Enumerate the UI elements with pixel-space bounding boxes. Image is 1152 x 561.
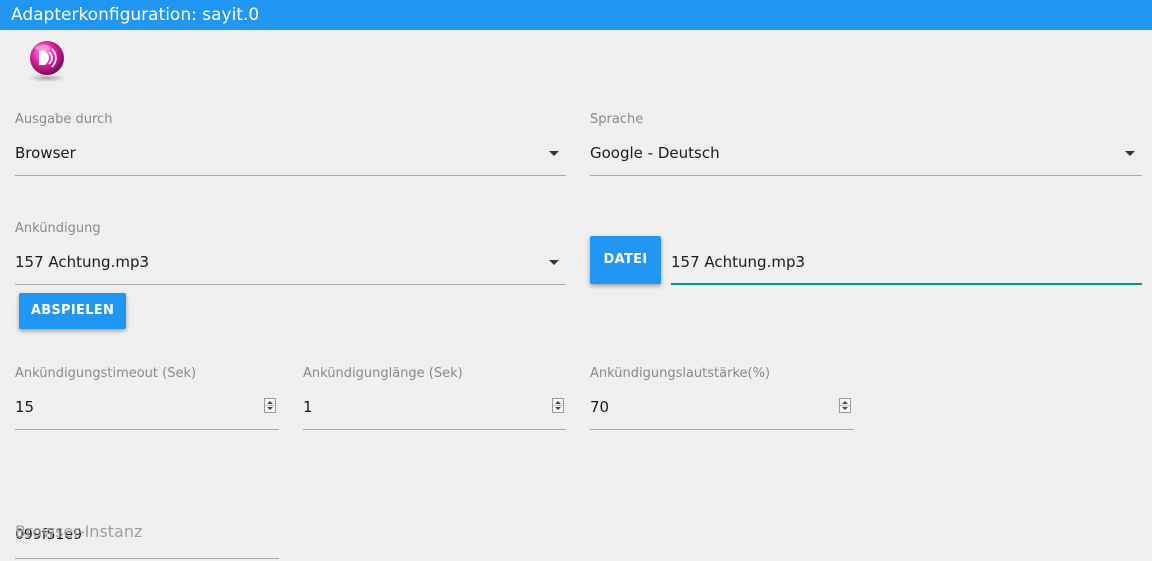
announce-label: Ankündigung	[15, 221, 101, 236]
announce-volume-underline	[590, 429, 854, 430]
file-input[interactable]: 157 Achtung.mp3	[671, 245, 1142, 286]
announce-select[interactable]: 157 Achtung.mp3	[15, 245, 566, 285]
browser-instance-input[interactable]: 099f51e9 Browser-Instanz	[15, 518, 279, 559]
window-title: Adapterkonfiguration: sayit.0	[0, 0, 1152, 30]
file-button[interactable]: DATEI	[590, 236, 661, 284]
language-value: Google - Deutsch	[590, 144, 720, 162]
language-underline	[590, 175, 1142, 176]
number-spinner-icon[interactable]	[839, 398, 851, 413]
announce-length-input[interactable]: 1	[303, 390, 566, 430]
announce-timeout-input[interactable]: 15	[15, 390, 279, 430]
announce-volume-value: 70	[590, 398, 610, 416]
output-underline	[15, 175, 566, 176]
announce-timeout-value: 15	[15, 398, 35, 416]
caret-down-icon	[1125, 151, 1135, 156]
announce-length-label: Ankündigunglänge (Sek)	[303, 366, 463, 381]
language-label: Sprache	[590, 112, 644, 127]
announce-timeout-underline	[15, 429, 279, 430]
output-label: Ausgabe durch	[15, 112, 113, 127]
sayit-logo-icon	[24, 38, 70, 84]
announce-volume-label: Ankündigungslautstärke(%)	[590, 366, 771, 381]
announce-volume-input[interactable]: 70	[590, 390, 854, 430]
announce-underline	[15, 284, 566, 285]
language-select[interactable]: Google - Deutsch	[590, 136, 1142, 176]
play-button[interactable]: ABSPIELEN	[19, 293, 126, 329]
number-spinner-icon[interactable]	[552, 398, 564, 413]
announce-value: 157 Achtung.mp3	[15, 253, 150, 271]
number-spinner-icon[interactable]	[264, 398, 276, 413]
output-select[interactable]: Browser	[15, 136, 566, 176]
browser-instance-underline	[15, 558, 279, 559]
caret-down-icon	[549, 151, 559, 156]
announce-timeout-label: Ankündigungstimeout (Sek)	[15, 366, 197, 381]
browser-instance-label: Browser-Instanz	[15, 522, 143, 541]
file-value: 157 Achtung.mp3	[671, 253, 806, 271]
announce-length-underline	[303, 429, 566, 430]
caret-down-icon	[549, 260, 559, 265]
output-value: Browser	[15, 144, 76, 162]
announce-length-value: 1	[303, 398, 313, 416]
file-underline	[671, 283, 1142, 285]
